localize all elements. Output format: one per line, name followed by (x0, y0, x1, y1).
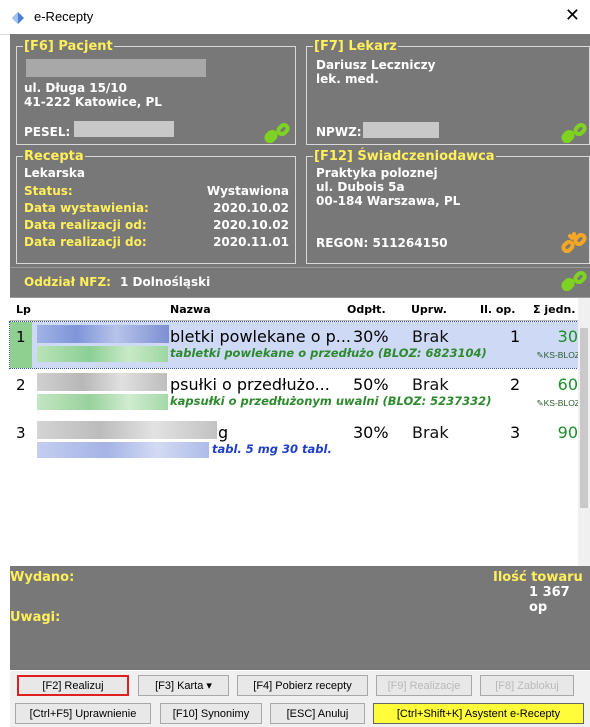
chain-link-icon[interactable] (561, 122, 587, 144)
patient-address-line1: ul. Długa 15/10 (24, 81, 127, 95)
ks-bloz-label: KS-BLOZ (543, 350, 580, 360)
row-lp: 2 (16, 376, 26, 394)
drug-description: kapsułki o przedłużonym uwalni (BLOZ: 52… (170, 394, 492, 408)
pencil-icon: ✎ (536, 398, 544, 408)
patient-legend: [F6] Pacjent (24, 39, 113, 54)
provider-legend: [F12] Świadczeniodawca (314, 149, 495, 164)
valid-from-label: Data realizacji od: (24, 218, 147, 232)
prescription-legend: Recepta (24, 149, 84, 164)
provider-line2: ul. Dubois 5a (316, 180, 405, 194)
status-label: Status: (24, 184, 73, 198)
col-header-uprw[interactable]: Uprw. (411, 303, 447, 316)
col-header-ilop[interactable]: Il. op. (480, 303, 515, 316)
window-title: e-Recepty (34, 9, 94, 24)
doctor-name: Dariusz Leczniczy (316, 58, 436, 72)
drug-name-redacted (37, 421, 217, 439)
drug-name: bletki powlekane o p... (170, 327, 351, 346)
provider-line3: 00-184 Warszawa, PL (316, 194, 461, 208)
row-odplatnosc: 30% (353, 327, 389, 346)
summary-panel: Wydano: Ilość towaru 1 367 op Uwagi: (10, 566, 590, 670)
pencil-icon: ✎ (536, 350, 544, 360)
status-value: Wystawiona (206, 184, 289, 198)
realizacje-button[interactable]: [F9] Realizacje (376, 675, 472, 696)
col-header-lp[interactable]: Lp (16, 303, 31, 316)
row-suma-jednostek: 90 (557, 423, 578, 442)
prescription-type: Lekarska (24, 166, 86, 180)
issue-date-label: Data wystawienia: (24, 201, 149, 215)
table-row[interactable]: 2 psułki o przedłużo... kapsułki o przed… (10, 370, 582, 416)
table-scrollbar[interactable] (578, 298, 590, 567)
scrollbar-thumb[interactable] (580, 328, 588, 508)
table-row[interactable]: 3 g tabl. 5 mg 30 tabl. 30% Brak 3 90 (10, 418, 582, 464)
wydano-label: Wydano: (10, 570, 75, 585)
row-suma-jednostek: 30 (557, 327, 578, 346)
valid-from-value: 2020.10.02 (213, 218, 289, 232)
drug-description: tabl. 5 mg 30 tabl. (212, 442, 332, 456)
npwz-label: NPWZ: (316, 125, 362, 139)
medication-table: Lp Nazwa Odpłt. Uprw. Il. op. Σ jedn. 1 … (9, 297, 590, 567)
prescription-header-panel: [F6] Pacjent ul. Długa 15/10 41-222 Kato… (10, 34, 590, 297)
valid-to-label: Data realizacji do: (24, 235, 147, 249)
anuluj-button[interactable]: [ESC] Anuluj (270, 703, 365, 724)
regon: REGON: 511264150 (316, 236, 448, 250)
drug-description: tabletki powlekane o przedłużo (BLOZ: 68… (170, 346, 487, 360)
ks-bloz-badge[interactable]: ✎KS-BLOZ (537, 398, 581, 409)
asystent-erecepty-button[interactable]: [Ctrl+Shift+K] Asystent e-Recepty (373, 703, 584, 724)
nfz-branch-row[interactable]: Oddział NFZ: 1 Dolnośląski (10, 267, 590, 296)
col-header-jedn[interactable]: Σ jedn. (533, 303, 575, 316)
patient-name-redacted (26, 59, 206, 77)
ks-bloz-label: KS-BLOZ (543, 398, 580, 408)
row-ilosc-opakowan: 1 (510, 327, 521, 346)
row-uprawnienie: Brak (412, 327, 449, 346)
issue-date-value: 2020.10.02 (213, 201, 289, 215)
pesel-label: PESEL: (24, 125, 71, 139)
row-ilosc-opakowan: 3 (510, 423, 521, 442)
nfz-branch-label: Oddział NFZ: (24, 275, 111, 289)
ilosc-towaru-label: Ilość towaru (493, 570, 583, 585)
row-lp: 3 (16, 424, 26, 442)
doctor-legend: [F7] Lekarz (314, 39, 397, 54)
row-lp: 1 (16, 328, 26, 346)
row-uprawnienie: Brak (412, 423, 449, 442)
drug-name-redacted (37, 373, 167, 391)
row-suma-jednostek: 60 (557, 375, 578, 394)
button-bar: [F2] Realizuj [F3] Karta ▾ [F4] Pobierz … (10, 671, 590, 727)
uprawnienie-button[interactable]: [Ctrl+F5] Uprawnienie (15, 703, 151, 724)
chain-link-icon[interactable] (561, 270, 587, 292)
doctor-title: lek. med. (316, 72, 379, 86)
row-ilosc-opakowan: 2 (510, 375, 521, 394)
nfz-branch-value: 1 Dolnośląski (120, 275, 211, 289)
pobierz-recepty-button[interactable]: [F4] Pobierz recepty (237, 675, 368, 696)
zablokuj-button[interactable]: [F8] Zablokuj (480, 675, 574, 696)
karta-button[interactable]: [F3] Karta ▾ (138, 675, 229, 696)
uwagi-label: Uwagi: (10, 610, 61, 625)
table-header: Lp Nazwa Odpłt. Uprw. Il. op. Σ jedn. (10, 298, 590, 321)
drug-name-redacted (37, 325, 169, 343)
col-header-nazwa[interactable]: Nazwa (170, 303, 211, 316)
close-icon[interactable]: ✕ (565, 5, 580, 26)
drug-name: g (218, 423, 229, 442)
patient-address-line2: 41-222 Katowice, PL (24, 95, 162, 109)
chain-link-icon[interactable] (264, 122, 290, 144)
col-header-odplt[interactable]: Odpłt. (347, 303, 386, 316)
table-row[interactable]: 1 bletki powlekane o p... tabletki powle… (9, 321, 583, 369)
title-bar: e-Recepty ✕ (0, 0, 590, 35)
npwz-redacted (363, 122, 439, 138)
row-uprawnienie: Brak (412, 375, 449, 394)
row-odplatnosc: 50% (353, 375, 389, 394)
pesel-redacted (74, 121, 174, 137)
synonimy-button[interactable]: [F10] Synonimy (160, 703, 262, 724)
provider-line1: Praktyka polozne​j (316, 166, 438, 180)
chain-link-warning-icon[interactable] (561, 232, 587, 254)
row-odplatnosc: 30% (353, 423, 389, 442)
drug-name: psułki o przedłużo... (170, 375, 330, 394)
drug-sub-redacted (37, 394, 168, 410)
drug-sub-redacted (37, 346, 168, 362)
valid-to-value: 2020.11.01 (213, 235, 289, 249)
realizuj-button[interactable]: [F2] Realizuj (17, 675, 129, 696)
ilosc-towaru-value: 1 367 op (529, 585, 570, 615)
pill-app-icon (12, 12, 24, 24)
drug-sub-redacted (37, 442, 209, 458)
ks-bloz-badge[interactable]: ✎KS-BLOZ (537, 350, 581, 361)
